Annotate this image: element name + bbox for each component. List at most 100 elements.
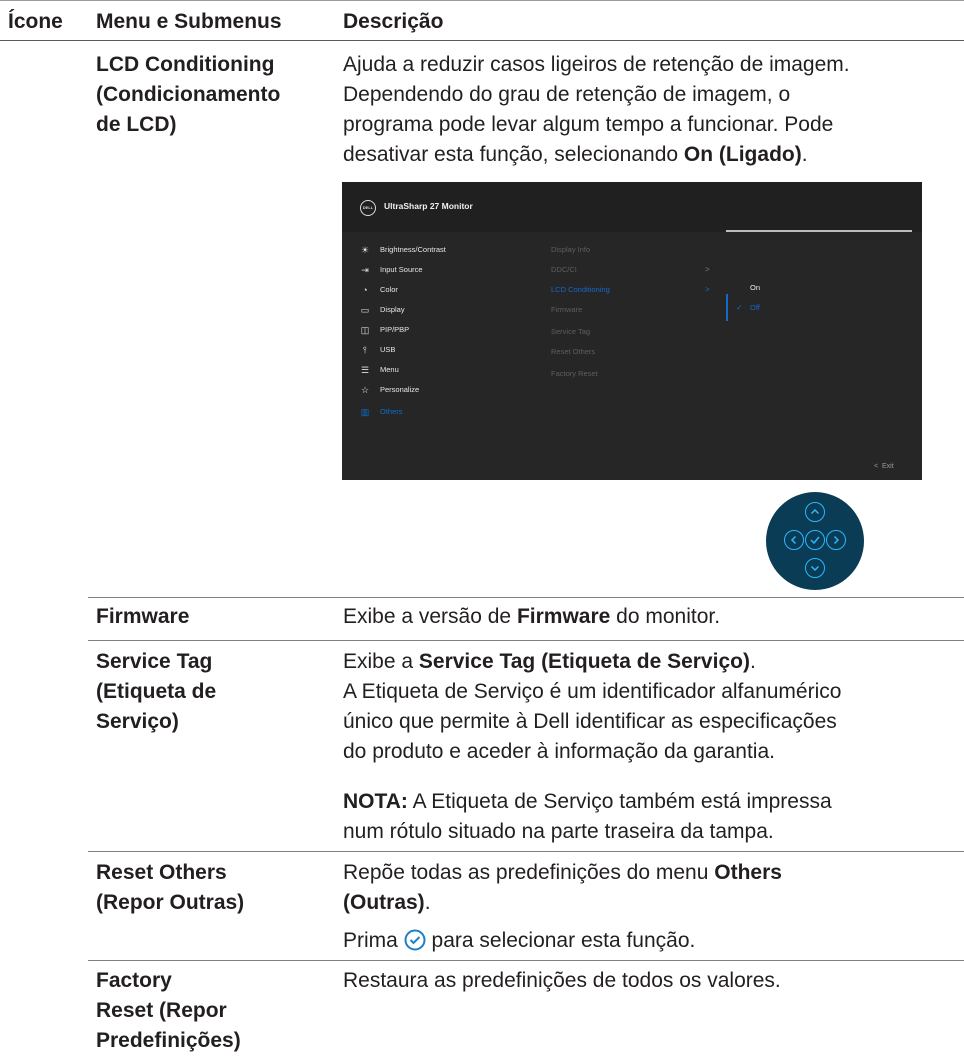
desc-text: . — [424, 891, 431, 914]
joystick-up-icon — [805, 502, 825, 522]
name-line: Service Tag — [96, 650, 213, 673]
osd-header: DELL UltraSharp 27 Monitor — [342, 182, 922, 232]
name-line: de LCD) — [96, 113, 177, 136]
osd-submenu-label: Display Info — [551, 245, 591, 254]
desc-line: Repõe todas as predefinições do menu Oth… — [343, 858, 782, 888]
row-divider — [88, 640, 964, 641]
service-tag-note: NOTA: A Etiqueta de Serviço também está … — [343, 787, 832, 847]
osd-header-bar — [726, 230, 912, 232]
header-divider — [0, 40, 964, 41]
table-top-border — [0, 0, 964, 1]
desc-text: A Etiqueta de Serviço também está impres… — [407, 790, 832, 813]
row-firmware-description: Exibe a versão de Firmware do monitor. — [343, 602, 720, 632]
joystick-down-icon — [805, 558, 825, 578]
row-service-tag-name: Service Tag (Etiqueta de Serviço) — [96, 647, 216, 737]
row-service-tag-description: Exibe a Service Tag (Etiqueta de Serviço… — [343, 647, 841, 767]
desc-bold: Firmware — [516, 605, 611, 628]
osd-submenu-label: Service Tag — [551, 327, 591, 336]
header-description-column: Descrição — [343, 10, 444, 33]
osd-exit-button[interactable]: < Exit — [874, 463, 894, 470]
osd-option-on[interactable]: On — [750, 278, 760, 298]
osd-menu-item-personalize[interactable]: ☆ Personalize — [358, 380, 518, 400]
osd-menu-label: PIP/PBP — [380, 325, 410, 334]
brightness-icon: ☀ — [360, 245, 370, 255]
osd-submenu-firmware[interactable]: Firmware — [551, 300, 721, 320]
osd-menu-item-others[interactable]: ▥ Others — [358, 402, 518, 422]
osd-submenu-display-info[interactable]: Display Info — [551, 240, 721, 260]
display-icon: ▭ — [360, 305, 370, 315]
desc-bold: On (Ligado) — [683, 143, 802, 166]
osd-menu-item-brightness[interactable]: ☀ Brightness/Contrast — [358, 240, 518, 260]
desc-line: desativar esta função, selecionando On (… — [343, 140, 850, 170]
osd-submenu-ddc-ci[interactable]: DDC/CI > — [551, 260, 721, 280]
row-reset-others-description: Repõe todas as predefinições do menu Oth… — [343, 858, 782, 918]
osd-menu-label: Personalize — [380, 385, 420, 394]
name-line: Factory — [96, 969, 172, 992]
joystick-center-check-icon — [805, 530, 825, 550]
row-divider — [88, 597, 964, 598]
osd-menu-item-input-source[interactable]: ⇥ Input Source — [358, 260, 518, 280]
desc-line: A Etiqueta de Serviço é um identificador… — [343, 680, 842, 703]
desc-text: Exibe a versão de — [343, 605, 517, 628]
desc-line: Ajuda a reduzir casos ligeiros de retenç… — [343, 53, 850, 76]
row-firmware-name: Firmware — [96, 605, 190, 628]
desc-text: . — [801, 143, 808, 166]
personalize-icon: ☆ — [360, 385, 370, 395]
desc-bold: Others — [714, 861, 782, 884]
row-factory-reset-description: Restaura as predefinições de todos os va… — [343, 969, 781, 992]
row-reset-others-name: Reset Others (Repor Outras) — [96, 858, 244, 918]
osd-menu-label: Display — [380, 305, 405, 314]
osd-submenu-reset-others[interactable]: Reset Others — [551, 342, 721, 362]
header-menu-column: Menu e Submenus — [96, 10, 282, 33]
desc-line: (Outras). — [343, 888, 782, 918]
desc-text: . — [749, 650, 756, 673]
osd-menu-label: Input Source — [380, 265, 423, 274]
desc-line: num rótulo situado na parte traseira da … — [343, 820, 774, 843]
osd-menu-item-color[interactable]: ◔ Color — [358, 280, 518, 300]
checkmark-icon: ✓ — [736, 303, 743, 312]
desc-text: desativar esta função, selecionando — [343, 143, 684, 166]
osd-submenu-factory-reset[interactable]: Factory Reset — [551, 364, 721, 384]
color-icon: ◔ — [362, 285, 368, 295]
chevron-left-icon: < — [874, 463, 879, 470]
osd-submenu-label: Factory Reset — [551, 369, 598, 378]
menu-icon: ☰ — [360, 365, 370, 375]
desc-text: para selecionar esta função. — [425, 929, 696, 952]
reset-others-press-instruction: Prima para selecionar esta função. — [343, 926, 695, 956]
name-line: Reset Others — [96, 861, 227, 884]
osd-menu-label: USB — [380, 345, 396, 354]
desc-text: Repõe todas as predefinições do menu — [343, 861, 715, 884]
osd-title: UltraSharp 27 Monitor — [384, 201, 473, 211]
desc-line: programa pode levar algum tempo a funcio… — [343, 113, 834, 136]
osd-menu-label: Menu — [380, 365, 399, 374]
osd-submenu-lcd-conditioning[interactable]: LCD Conditioning > — [551, 280, 721, 300]
row-divider — [88, 851, 964, 852]
desc-line: NOTA: A Etiqueta de Serviço também está … — [343, 787, 832, 817]
osd-submenu-service-tag[interactable]: Service Tag — [551, 322, 721, 342]
osd-menu-screenshot: DELL UltraSharp 27 Monitor ☀ Brightness/C… — [342, 182, 922, 480]
name-line: (Repor Outras) — [96, 891, 245, 914]
joystick-right-icon — [826, 530, 846, 550]
others-icon: ▥ — [360, 407, 370, 417]
chevron-right-icon: > — [705, 265, 710, 274]
osd-menu-item-pip-pbp[interactable]: ◫ PIP/PBP — [358, 320, 518, 340]
osd-menu-item-menu[interactable]: ☰ Menu — [358, 360, 518, 380]
desc-line: único que permite à Dell identificar as … — [343, 710, 837, 733]
osd-option-off[interactable]: Off — [750, 298, 760, 318]
name-line: Predefinições) — [96, 1029, 241, 1052]
desc-bold: Service Tag (Etiqueta de Serviço) — [418, 650, 750, 673]
osd-submenu-label: LCD Conditioning — [551, 285, 610, 294]
row-lcd-conditioning-description: Ajuda a reduzir casos ligeiros de retenç… — [343, 50, 850, 170]
osd-menu-item-usb[interactable]: ⫯ USB — [358, 340, 518, 360]
dell-logo-icon: DELL — [360, 200, 376, 216]
row-factory-reset-name: Factory Reset (Repor Predefinições) — [96, 966, 241, 1056]
name-line: Serviço) — [96, 710, 179, 733]
osd-submenu-label: Firmware — [551, 305, 583, 314]
pip-pbp-icon: ◫ — [360, 325, 370, 335]
check-circle-icon — [404, 929, 426, 951]
chevron-right-icon: > — [705, 285, 710, 294]
osd-option-selector-bar — [726, 294, 728, 321]
osd-menu-item-display[interactable]: ▭ Display — [358, 300, 518, 320]
desc-line: do produto e aceder à informação da gara… — [343, 740, 775, 763]
desc-text: do monitor. — [610, 605, 721, 628]
